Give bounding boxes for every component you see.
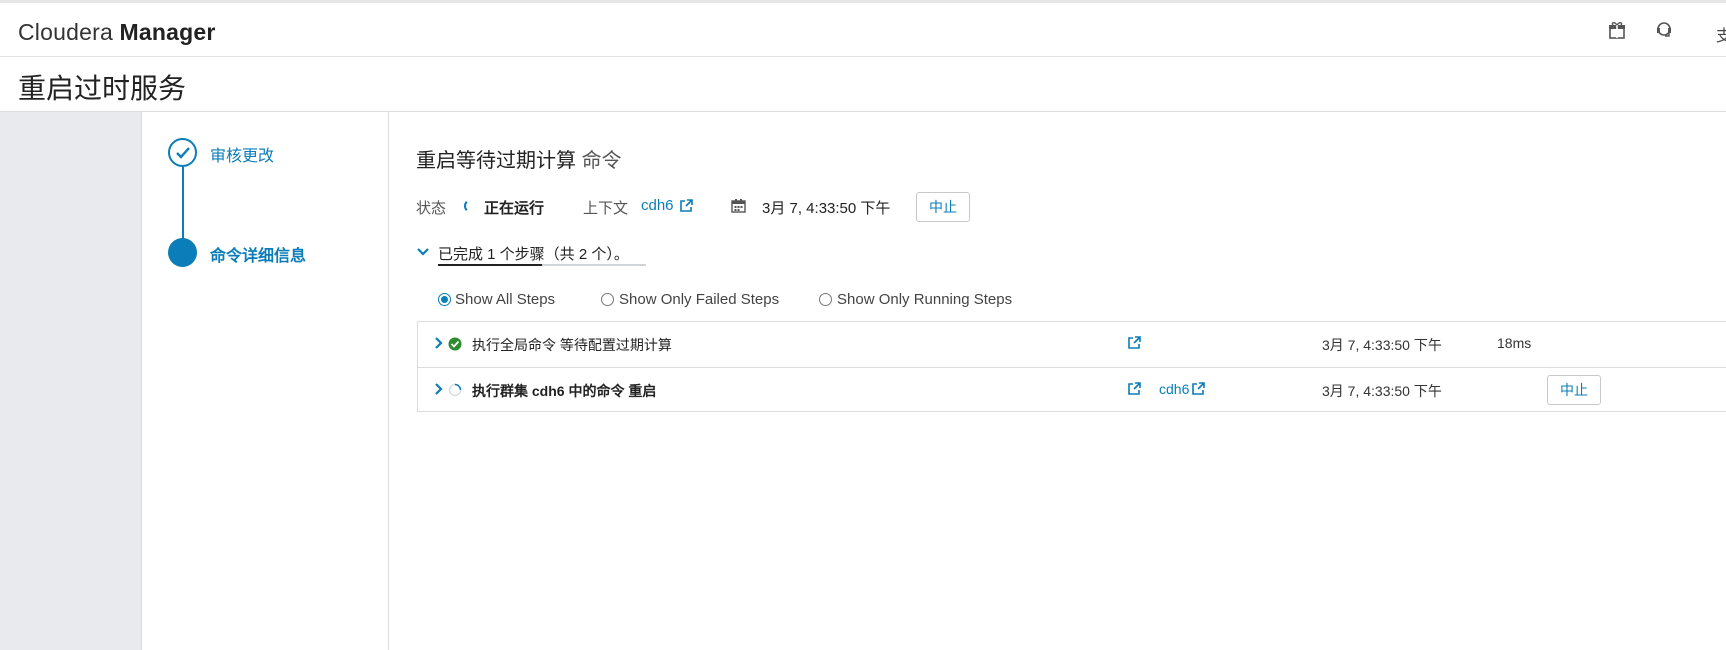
running-spinner-icon <box>448 383 462 402</box>
filter-running-radio[interactable] <box>819 293 832 306</box>
page-title-bar: 重启过时服务 <box>0 57 1726 112</box>
chevron-right-icon[interactable] <box>434 336 444 355</box>
step-filters: Show All Steps Show Only Failed Steps Sh… <box>438 290 1438 314</box>
external-link-icon[interactable] <box>1127 335 1142 355</box>
running-spinner-icon <box>464 199 478 213</box>
wizard-step-command-details[interactable]: 命令详细信息 <box>210 242 306 266</box>
steps-summary-toggle[interactable]: 已完成 1 个步骤（共 2 个）。 <box>416 240 656 268</box>
brand-light: Cloudera <box>18 19 113 45</box>
command-timestamp: 3月 7, 4:33:50 下午 <box>762 200 891 217</box>
external-link-icon[interactable] <box>679 198 694 218</box>
external-link-icon[interactable] <box>1191 381 1206 401</box>
calendar-icon <box>731 198 746 218</box>
filter-running-label[interactable]: Show Only Running Steps <box>837 291 1012 308</box>
brand-bold: Manager <box>119 19 216 45</box>
main-content: 重启等待过期计算 命令 状态 正在运行 上下文 cdh6 3月 7, 4:33:… <box>390 112 1726 650</box>
command-title: 重启等待过期计算 命令 <box>416 144 622 173</box>
abort-step-button[interactable]: 中止 <box>1547 375 1601 405</box>
chevron-down-icon <box>416 244 430 263</box>
steps-progress-fill <box>438 264 542 266</box>
filter-failed-radio[interactable] <box>601 293 614 306</box>
context-label: 上下文 <box>583 200 629 217</box>
step-time: 3月 7, 4:33:50 下午 <box>1322 337 1442 353</box>
gift-icon[interactable] <box>1608 21 1626 44</box>
step-name: 执行群集 cdh6 中的命令 重启 <box>472 383 657 399</box>
command-status-row: 状态 正在运行 上下文 cdh6 3月 7, 4:33:50 下午 中止 <box>416 192 1116 222</box>
context-link[interactable]: cdh6 <box>641 197 674 214</box>
status-label: 状态 <box>416 200 447 217</box>
brand-logo[interactable]: Cloudera Manager <box>18 19 216 46</box>
step-name: 执行全局命令 等待配置过期计算 <box>472 337 672 353</box>
page-title: 重启过时服务 <box>18 73 187 104</box>
support-icon[interactable] <box>1656 21 1674 44</box>
step-time: 3月 7, 4:33:50 下午 <box>1322 383 1442 399</box>
chevron-right-icon[interactable] <box>434 382 444 401</box>
filter-all-label[interactable]: Show All Steps <box>455 291 555 308</box>
status-value: 正在运行 <box>484 200 545 217</box>
steps-table: 执行全局命令 等待配置过期计算 3月 7, 4:33:50 下午 18ms 执行 <box>417 321 1726 412</box>
wizard-connector <box>182 167 184 247</box>
filter-all-radio[interactable] <box>438 293 451 306</box>
left-sidebar <box>0 112 142 650</box>
step-duration: 18ms <box>1497 335 1532 351</box>
wizard-step-review[interactable]: 审核更改 <box>210 142 274 166</box>
step-completed-icon[interactable] <box>168 138 197 167</box>
steps-summary-text: 已完成 1 个步骤（共 2 个）。 <box>438 246 629 263</box>
table-row: 执行群集 cdh6 中的命令 重启 cdh6 3月 7, 4:33:50 下午 … <box>418 367 1726 412</box>
step-context-link[interactable]: cdh6 <box>1159 381 1189 397</box>
wizard-steps: 审核更改 命令详细信息 <box>142 112 389 650</box>
steps-progress-bar <box>438 264 646 266</box>
top-navbar: Cloudera Manager 支 <box>0 0 1726 57</box>
table-row: 执行全局命令 等待配置过期计算 3月 7, 4:33:50 下午 18ms <box>418 322 1726 367</box>
truncated-menu-label[interactable]: 支 <box>1716 22 1726 46</box>
filter-failed-label[interactable]: Show Only Failed Steps <box>619 291 779 308</box>
abort-command-button[interactable]: 中止 <box>916 192 970 222</box>
step-current-icon <box>168 238 197 267</box>
command-title-suffix: 命令 <box>581 150 622 172</box>
success-check-icon <box>448 337 462 356</box>
external-link-icon[interactable] <box>1127 381 1142 401</box>
command-name: 重启等待过期计算 <box>416 150 576 172</box>
